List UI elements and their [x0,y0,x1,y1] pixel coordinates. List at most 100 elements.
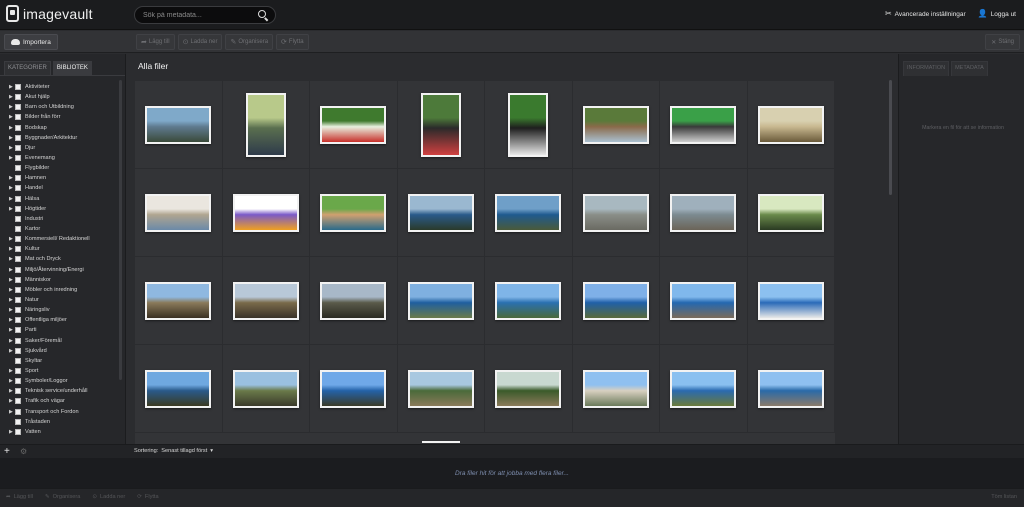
image-thumbnail[interactable] [670,105,737,144]
thumbnail-cell[interactable] [747,81,835,169]
batch-organize-button[interactable]: ✎ Organisera [45,494,80,500]
tree-item[interactable]: ▶ Trafik och vägar [9,396,125,406]
thumbnail-cell[interactable] [747,169,835,257]
search-input[interactable] [143,11,258,19]
checkbox[interactable] [15,317,21,324]
thumbnail-cell[interactable] [485,345,573,433]
tree-item[interactable]: ▶ Natur [9,295,125,305]
checkbox[interactable] [15,388,21,395]
add-button[interactable]: ➦ Lägg till [136,34,175,50]
gear-icon[interactable]: ⚙ [20,447,27,456]
checkbox[interactable] [15,226,21,233]
checkbox[interactable] [15,175,21,182]
tree-item[interactable]: ▶ Mat och Dryck [9,254,125,264]
image-thumbnail[interactable] [145,281,212,320]
thumbnail-cell[interactable] [397,81,485,169]
tree-item[interactable]: ▶ Kommersiell/ Redaktionell [9,234,125,244]
tree-item[interactable]: ▶ Sjukvård [9,346,125,356]
image-thumbnail[interactable] [407,369,474,408]
logo[interactable]: imagevault [6,5,93,22]
batch-download-button[interactable]: ⊙ Ladda ner [92,494,125,500]
logout-link[interactable]: 👤 Logga ut [978,10,1016,18]
tree-item[interactable]: ▶ Kultur [9,244,125,254]
image-thumbnail[interactable] [145,105,212,144]
thumbnail-cell[interactable] [222,169,310,257]
checkbox[interactable] [15,368,21,374]
image-thumbnail[interactable] [757,281,824,320]
tab-information[interactable]: INFORMATION [903,61,950,76]
checkbox[interactable] [15,347,21,354]
checkbox[interactable] [15,185,21,192]
checkbox[interactable] [15,84,21,91]
tree-item[interactable]: ▶ Handel [9,183,125,193]
tree-item[interactable]: ▶ Symboler/Loggor [9,376,125,386]
tree-item[interactable]: ▶ Offentliga miljöer [9,315,125,325]
checkbox[interactable] [15,256,21,263]
image-thumbnail[interactable] [495,193,562,232]
image-thumbnail[interactable] [320,105,387,144]
tree-item[interactable]: ▶ Parti [9,325,125,335]
thumbnail-cell[interactable] [660,169,748,257]
tab-library[interactable]: BIBLIOTEK [52,61,92,75]
image-thumbnail[interactable] [420,92,461,157]
thumbnail-cell[interactable] [485,81,573,169]
checkbox[interactable] [15,246,21,253]
thumbnail-cell[interactable] [660,345,748,433]
image-thumbnail[interactable] [757,369,824,408]
import-button[interactable]: Importera [4,34,58,50]
checkbox[interactable] [15,134,21,141]
image-thumbnail[interactable] [670,281,737,320]
checkbox[interactable] [15,266,21,273]
tree-item[interactable]: Flygbilder [9,163,125,173]
image-thumbnail[interactable] [407,193,474,232]
tree-item[interactable]: ▶ Vatten [9,427,125,436]
checkbox[interactable] [15,307,21,314]
image-thumbnail[interactable] [582,369,649,408]
tree-item[interactable]: Tråstaden [9,417,125,427]
checkbox[interactable] [15,165,21,172]
thumbnail-cell[interactable] [135,257,223,345]
thumbnail-cell[interactable] [222,257,310,345]
checkbox[interactable] [15,114,21,121]
tree-item[interactable]: ▶ Djur [9,143,125,153]
thumbnail-cell[interactable] [572,257,660,345]
tree-item[interactable]: ▶ Bilder från förr [9,112,125,122]
image-thumbnail[interactable] [232,369,299,408]
batch-add-button[interactable]: ➦ Lägg till [6,494,33,500]
thumbnail-cell[interactable] [660,81,748,169]
tree-item[interactable]: ▶ Bodskap [9,123,125,133]
checkbox[interactable] [15,276,21,283]
thumbnail-cell[interactable] [135,81,223,169]
thumbnail-cell[interactable] [310,345,398,433]
image-thumbnail[interactable] [145,193,212,232]
checkbox[interactable] [15,327,21,334]
thumbnail-cell[interactable] [572,81,660,169]
tree-item[interactable]: ▶ Saker/Föremål [9,336,125,346]
checkbox[interactable] [15,357,21,364]
sort-control[interactable]: Sortering: Senast tillagd först ▾ [134,448,213,454]
tree-item[interactable]: ▶ Människor [9,275,125,285]
tree-item[interactable]: ▶ Miljö/Återvinning/Energi [9,265,125,275]
image-thumbnail[interactable] [495,369,562,408]
drop-zone[interactable]: Dra filer hit för att jobba med flera fi… [0,458,1024,488]
checkbox[interactable] [15,236,21,243]
checkbox[interactable] [15,124,21,131]
add-folder-icon[interactable]: + [4,446,10,457]
tree-item[interactable]: ▶ Hamnen [9,173,125,183]
image-thumbnail[interactable] [232,281,299,320]
image-thumbnail[interactable] [245,92,286,157]
tree-item[interactable]: Skyltar [9,356,125,366]
grid-scrollbar[interactable] [889,80,892,195]
thumbnail-cell[interactable] [397,345,485,433]
tree-item[interactable]: ▶ Teknisk service/underhåll [9,386,125,396]
clear-list-button[interactable]: Töm listan [991,494,1017,500]
checkbox[interactable] [15,418,21,425]
tree-item[interactable]: ▶ Högtider [9,204,125,214]
tab-metadata[interactable]: METADATA [951,61,988,76]
image-thumbnail[interactable] [145,369,212,408]
image-thumbnail[interactable] [582,193,649,232]
thumbnail-cell[interactable] [135,345,223,433]
checkbox[interactable] [15,286,21,293]
thumbnail-cell[interactable] [660,257,748,345]
tab-categories[interactable]: KATEGORIER [4,61,51,75]
